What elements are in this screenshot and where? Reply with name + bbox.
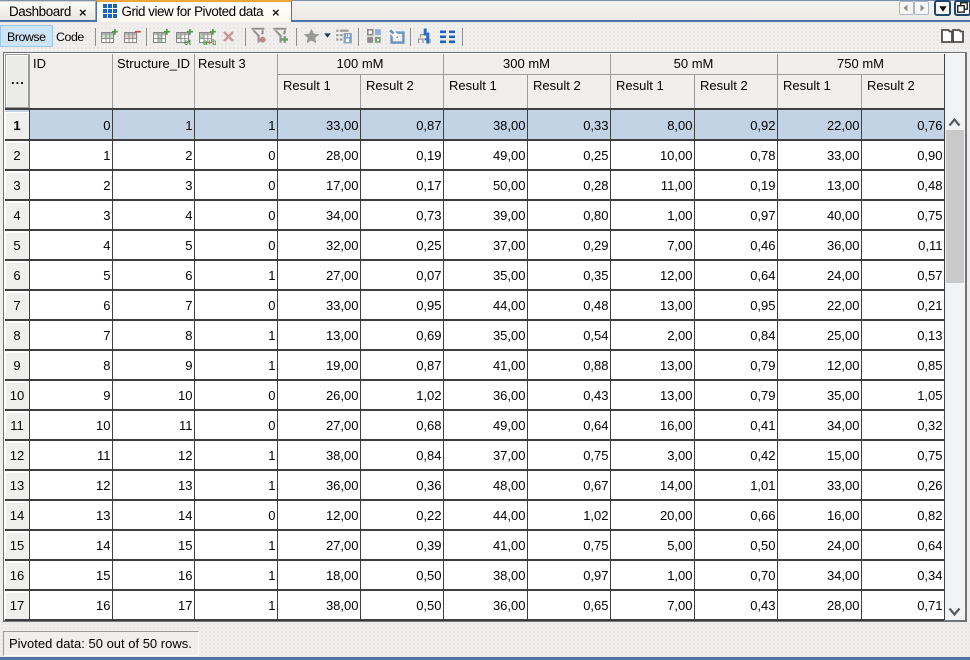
svg-text:ct: ct <box>184 38 191 46</box>
svg-text:b: b <box>212 38 216 46</box>
